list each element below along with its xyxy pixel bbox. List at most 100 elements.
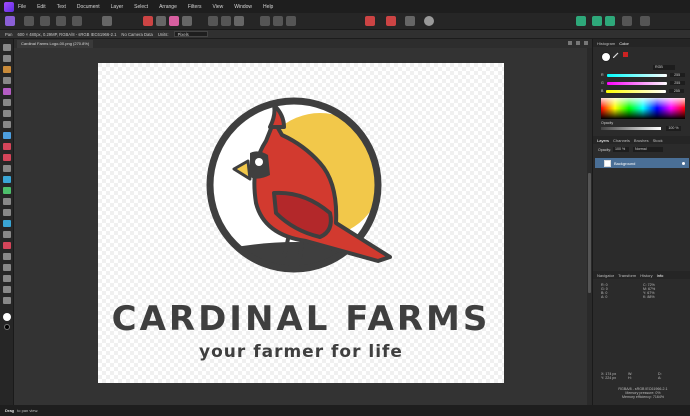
units-dropdown[interactable]: Pixels xyxy=(173,31,208,37)
text-tool-icon[interactable] xyxy=(3,275,11,282)
layer-opacity-value[interactable]: 100 % xyxy=(613,147,629,152)
smudge-brush-icon[interactable] xyxy=(3,231,11,238)
healing-brush-icon[interactable] xyxy=(3,198,11,205)
view-tool-icon[interactable] xyxy=(3,44,11,51)
persona-tone-map-icon[interactable] xyxy=(56,16,66,26)
levels-icon[interactable] xyxy=(143,16,153,26)
zoom-tool-icon[interactable] xyxy=(3,297,11,304)
clone-brush-icon[interactable] xyxy=(3,187,11,194)
assistant-icon[interactable] xyxy=(386,16,396,26)
slider-b[interactable]: B 255 xyxy=(601,89,687,93)
tab-color[interactable]: Color xyxy=(619,41,629,46)
close-icon[interactable] xyxy=(584,41,588,45)
rotate-icon[interactable] xyxy=(640,16,650,26)
menu-view[interactable]: View xyxy=(213,4,224,10)
tagline: your farmer for life xyxy=(199,342,403,362)
mode-icon[interactable] xyxy=(405,16,415,26)
pen-tool-icon[interactable] xyxy=(3,242,11,249)
user-icon[interactable] xyxy=(424,16,434,26)
quick-mask-icon[interactable] xyxy=(286,16,296,26)
fill-color-swatch[interactable] xyxy=(601,52,611,62)
gradient-tool-icon[interactable] xyxy=(3,286,11,293)
select-all-icon[interactable] xyxy=(234,16,244,26)
none-color-swatch[interactable] xyxy=(623,52,628,57)
restore-icon[interactable] xyxy=(576,41,580,45)
opacity-value[interactable]: 100 % xyxy=(666,126,681,131)
color-picker-tool-icon[interactable] xyxy=(3,66,11,73)
right-panels: Histogram Color RGB R 255 G 255 B 255 Op… xyxy=(592,39,690,405)
selection-ellipse-icon[interactable] xyxy=(221,16,231,26)
blur-brush-icon[interactable] xyxy=(3,220,11,227)
color-mode-dropdown[interactable]: RGB xyxy=(653,65,675,70)
menu-edit[interactable]: Edit xyxy=(37,4,46,10)
boolean-icon[interactable] xyxy=(592,16,602,26)
auto-color-icon[interactable] xyxy=(169,16,179,26)
menu-window[interactable]: Window xyxy=(234,4,252,10)
tab-history[interactable]: History xyxy=(640,273,652,278)
dodge-brush-icon[interactable] xyxy=(3,176,11,183)
canvas-area[interactable]: CARDINAL FARMS your farmer for life xyxy=(14,48,592,405)
tab-stock[interactable]: Stock xyxy=(653,138,663,143)
eyedropper-icon[interactable] xyxy=(612,52,619,59)
slider-g-value[interactable]: 255 xyxy=(669,81,685,85)
layer-visibility-icon[interactable] xyxy=(682,161,685,165)
menu-text[interactable]: Text xyxy=(57,4,66,10)
tab-info[interactable]: Info xyxy=(657,273,664,278)
auto-white-balance-icon[interactable] xyxy=(182,16,192,26)
menu-help[interactable]: Help xyxy=(263,4,273,10)
slider-r-value[interactable]: 255 xyxy=(669,73,685,77)
slider-g[interactable]: G 255 xyxy=(601,81,687,85)
persona-photo-icon[interactable] xyxy=(5,16,15,26)
menu-filters[interactable]: Filters xyxy=(188,4,202,10)
move-tool-icon[interactable] xyxy=(3,55,11,62)
slider-r[interactable]: R 255 xyxy=(601,73,687,77)
tab-transform[interactable]: Transform xyxy=(618,273,636,278)
mask-icon[interactable] xyxy=(365,16,375,26)
freehand-select-icon[interactable] xyxy=(3,121,11,128)
persona-liquify-icon[interactable] xyxy=(24,16,34,26)
secondary-color-swatch[interactable] xyxy=(4,324,10,330)
persona-export-icon[interactable] xyxy=(72,16,82,26)
tab-brushes[interactable]: Brushes xyxy=(634,138,649,143)
menu-layer[interactable]: Layer xyxy=(111,4,124,10)
tab-navigator[interactable]: Navigator xyxy=(597,273,614,278)
blemish-tool-icon[interactable] xyxy=(3,209,11,216)
document-canvas[interactable]: CARDINAL FARMS your farmer for life xyxy=(98,63,504,383)
align-icon[interactable] xyxy=(605,16,615,26)
menu-arrange[interactable]: Arrange xyxy=(159,4,177,10)
document-tab[interactable]: Cardinal Farms Logo-00.png (270.8%) xyxy=(17,40,94,48)
marquee-tool-icon[interactable] xyxy=(3,110,11,117)
erase-brush-icon[interactable] xyxy=(3,165,11,172)
auto-contrast-icon[interactable] xyxy=(156,16,166,26)
flood-fill-icon[interactable] xyxy=(3,132,11,139)
pixel-tool-icon[interactable] xyxy=(3,154,11,161)
grid-icon[interactable] xyxy=(260,16,270,26)
arrange-icon[interactable] xyxy=(576,16,586,26)
shape-tool-icon[interactable] xyxy=(3,264,11,271)
snapping-icon[interactable] xyxy=(273,16,283,26)
primary-color-swatch[interactable] xyxy=(3,313,11,321)
selection-rect-icon[interactable] xyxy=(208,16,218,26)
tab-channels[interactable]: Channels xyxy=(613,138,630,143)
node-tool-icon[interactable] xyxy=(3,253,11,260)
minimize-icon[interactable] xyxy=(568,41,572,45)
units-label: Units: xyxy=(157,31,169,37)
tab-histogram[interactable]: Histogram xyxy=(597,41,615,46)
settings-icon[interactable] xyxy=(102,16,112,26)
crop-tool-icon[interactable] xyxy=(3,77,11,84)
menu-document[interactable]: Document xyxy=(77,4,100,10)
persona-develop-icon[interactable] xyxy=(40,16,50,26)
blend-mode-dropdown[interactable]: Normal xyxy=(633,147,663,152)
layer-name[interactable]: Background xyxy=(614,161,635,166)
menu-file[interactable]: File xyxy=(18,4,26,10)
layer-row-background[interactable]: Background xyxy=(595,158,689,168)
flood-select-icon[interactable] xyxy=(3,99,11,106)
layer-opacity-label: Opacity: xyxy=(598,148,612,152)
slider-b-value[interactable]: 255 xyxy=(669,89,685,93)
selection-brush-icon[interactable] xyxy=(3,88,11,95)
tab-layers[interactable]: Layers xyxy=(597,138,609,143)
opacity-slider[interactable] xyxy=(601,127,661,130)
menu-select[interactable]: Select xyxy=(134,4,148,10)
paint-brush-icon[interactable] xyxy=(3,143,11,150)
flip-icon[interactable] xyxy=(622,16,632,26)
